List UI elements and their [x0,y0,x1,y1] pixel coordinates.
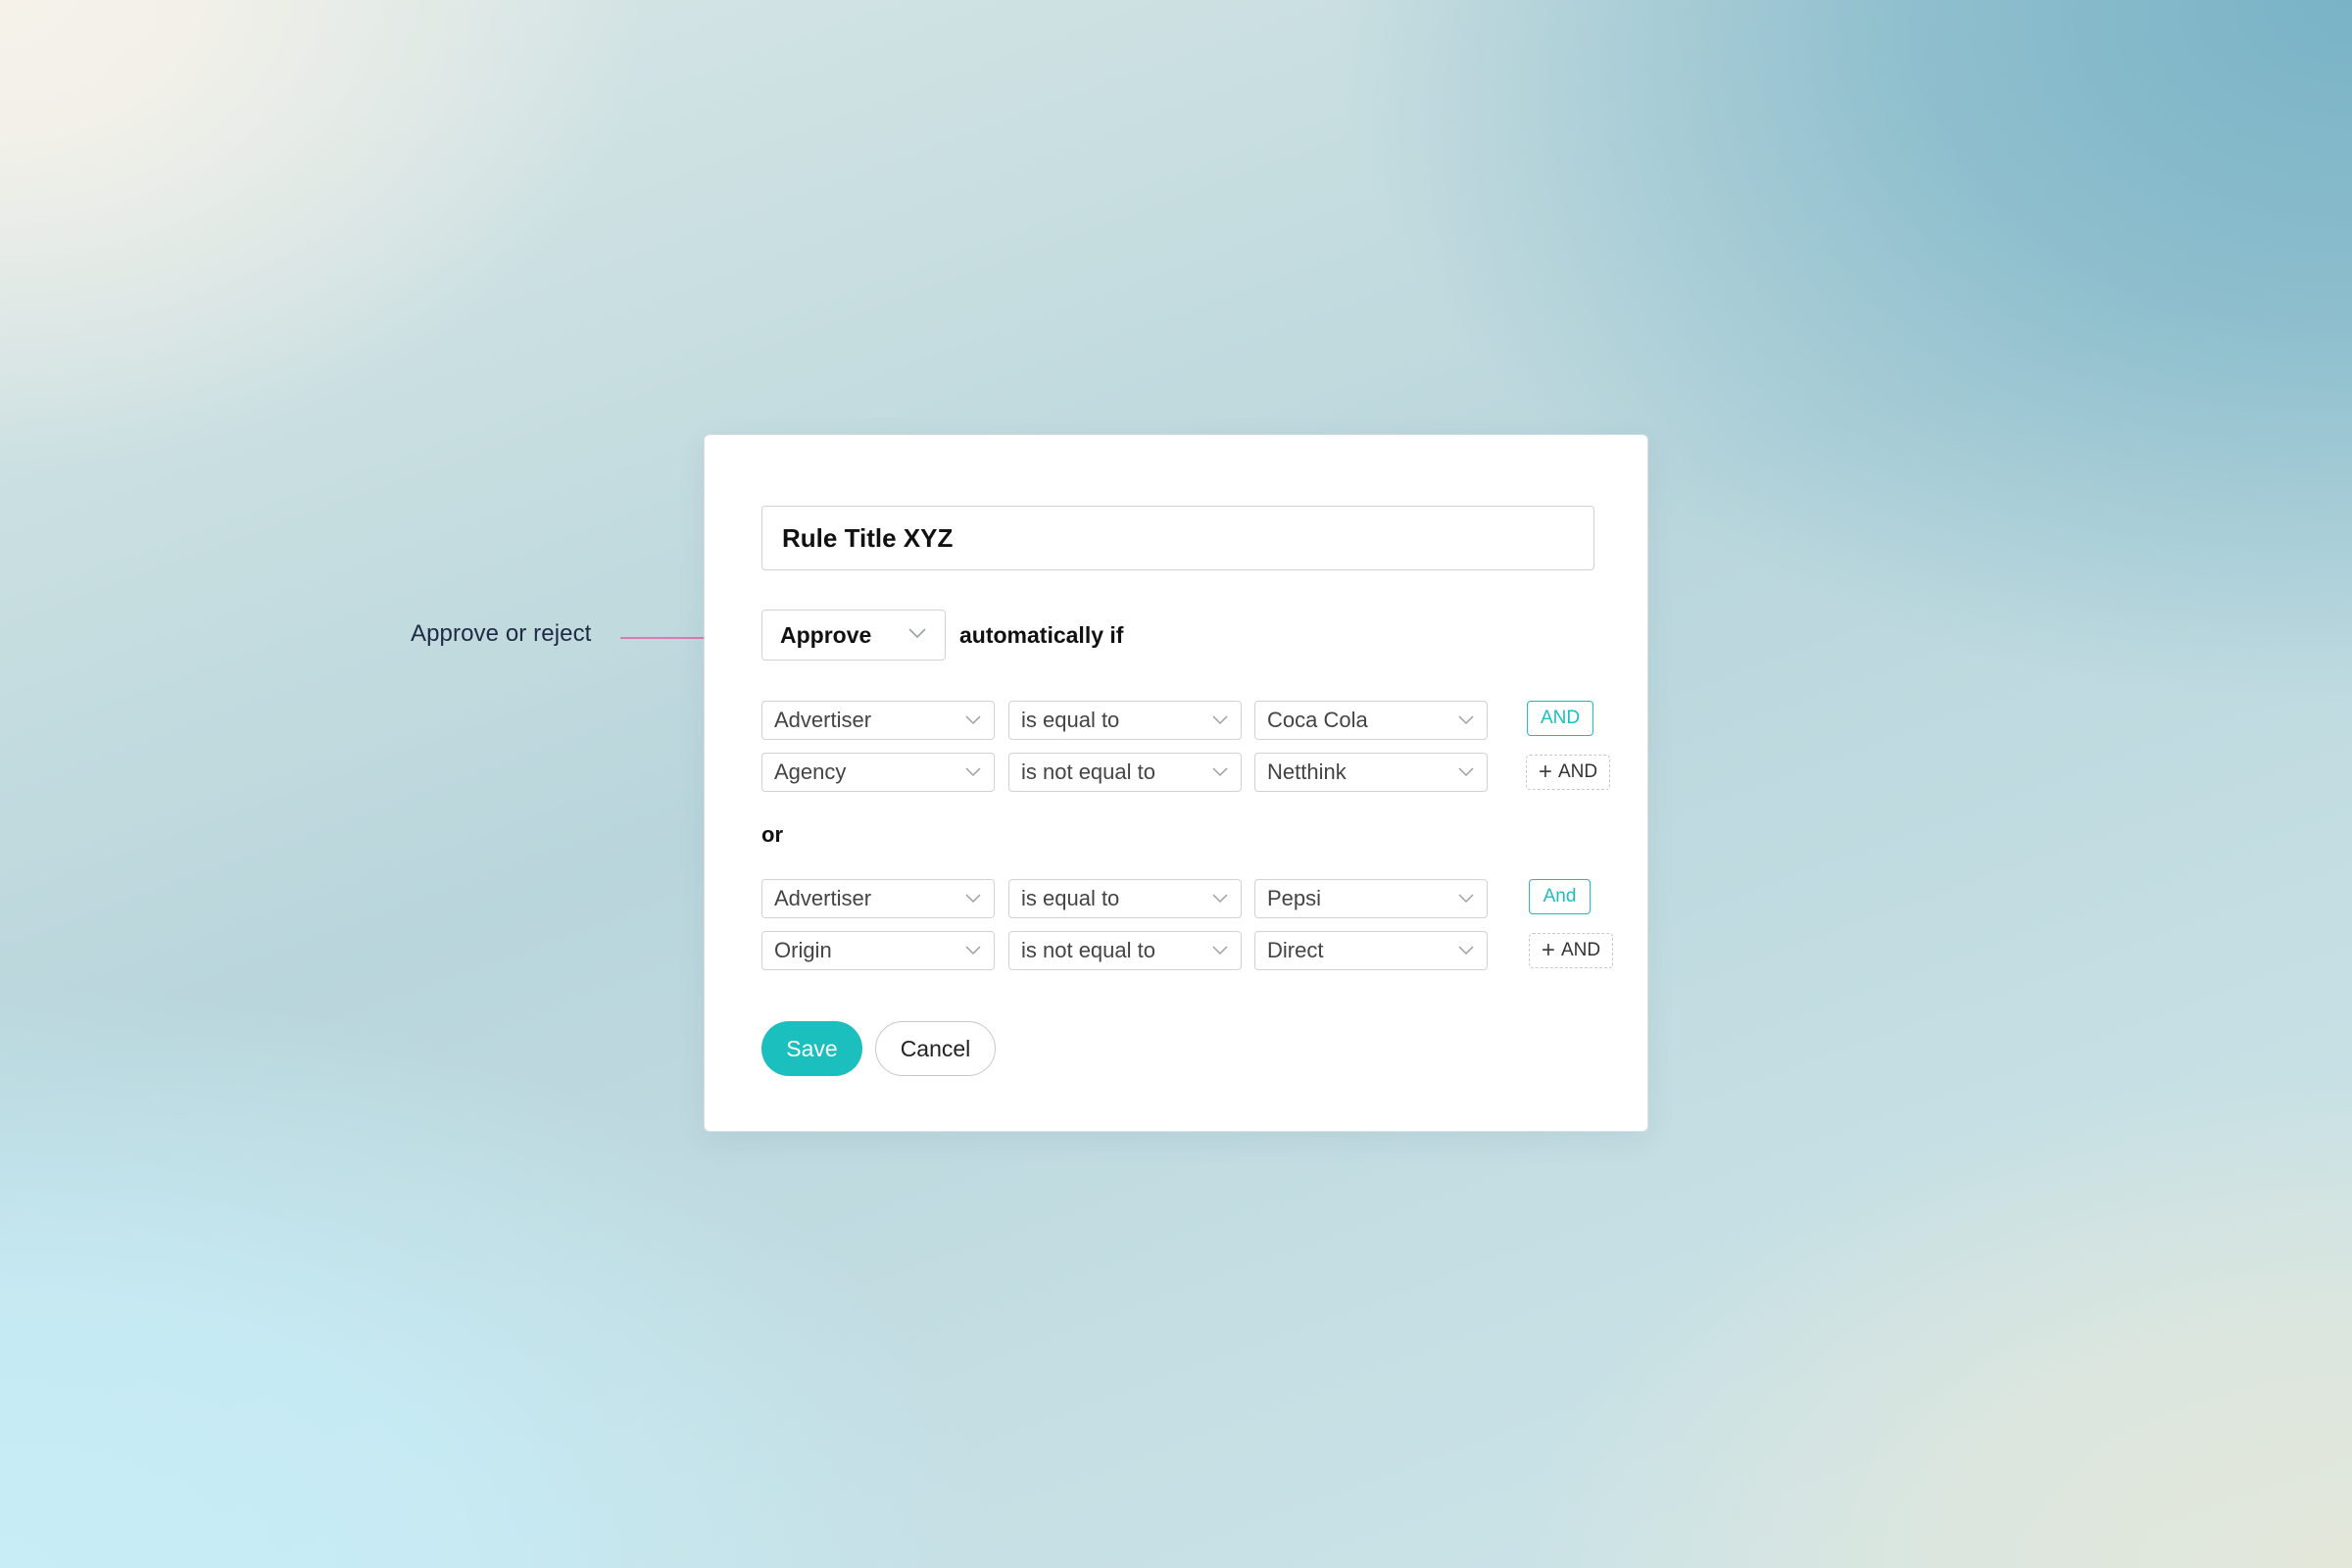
field-select[interactable]: Advertiser [761,701,995,740]
plus-icon: + [1541,937,1555,963]
field-select[interactable]: Origin [761,931,995,970]
field-select-value: Advertiser [774,708,872,732]
value-select-value: Coca Cola [1267,708,1368,732]
value-select[interactable]: Pepsi [1254,879,1488,918]
chevron-down-icon [908,628,926,639]
chevron-down-icon [965,946,981,956]
add-and-label: AND [1557,761,1598,782]
chevron-down-icon [1212,946,1228,956]
operator-select-value: is not equal to [1021,760,1155,784]
condition-row: Agency is not equal to Netthink + AND [761,753,1610,792]
chevron-down-icon [1212,894,1228,904]
chevron-down-icon [1458,946,1474,956]
condition-row: Advertiser is equal to Pepsi And [761,879,1604,918]
value-select[interactable]: Coca Cola [1254,701,1488,740]
and-tag[interactable]: AND [1527,701,1593,736]
or-separator: or [761,822,783,847]
and-tag-label: And [1543,886,1577,906]
value-select-value: Pepsi [1267,886,1322,910]
operator-select[interactable]: is not equal to [1008,753,1242,792]
operator-select-value: is equal to [1021,708,1120,732]
value-select[interactable]: Direct [1254,931,1488,970]
plus-icon: + [1538,759,1552,785]
field-select[interactable]: Agency [761,753,995,792]
condition-text: automatically if [959,622,1124,648]
field-select-value: Advertiser [774,886,872,910]
add-and-label: AND [1560,940,1601,960]
action-select-value: Approve [780,621,872,648]
rule-title-input[interactable] [761,506,1594,570]
and-tag-label: AND [1540,708,1581,728]
operator-select-value: is equal to [1021,886,1120,910]
operator-select[interactable]: is equal to [1008,701,1242,740]
condition-row: Advertiser is equal to Coca Cola AND [761,701,1604,740]
rule-editor-card: Approve automatically if Advertiser is e… [704,434,1648,1132]
field-select-value: Agency [774,760,847,784]
add-and-button[interactable]: + AND [1529,933,1613,968]
value-select[interactable]: Netthink [1254,753,1488,792]
chevron-down-icon [965,715,981,725]
chevron-down-icon [965,767,981,777]
operator-select-value: is not equal to [1021,938,1155,962]
field-select[interactable]: Advertiser [761,879,995,918]
cancel-button[interactable]: Cancel [875,1021,996,1076]
chevron-down-icon [1458,894,1474,904]
chevron-down-icon [1212,715,1228,725]
action-select[interactable]: Approve [761,610,946,661]
chevron-down-icon [965,894,981,904]
chevron-down-icon [1212,767,1228,777]
save-button[interactable]: Save [761,1021,862,1076]
annotation-label: Approve or reject [411,620,592,647]
field-select-value: Origin [774,938,832,962]
value-select-value: Netthink [1267,760,1347,784]
value-select-value: Direct [1267,938,1324,962]
chevron-down-icon [1458,715,1474,725]
operator-select[interactable]: is not equal to [1008,931,1242,970]
and-tag[interactable]: And [1529,879,1591,914]
operator-select[interactable]: is equal to [1008,879,1242,918]
condition-row: Origin is not equal to Direct + AND [761,931,1613,970]
add-and-button[interactable]: + AND [1526,755,1610,790]
chevron-down-icon [1458,767,1474,777]
